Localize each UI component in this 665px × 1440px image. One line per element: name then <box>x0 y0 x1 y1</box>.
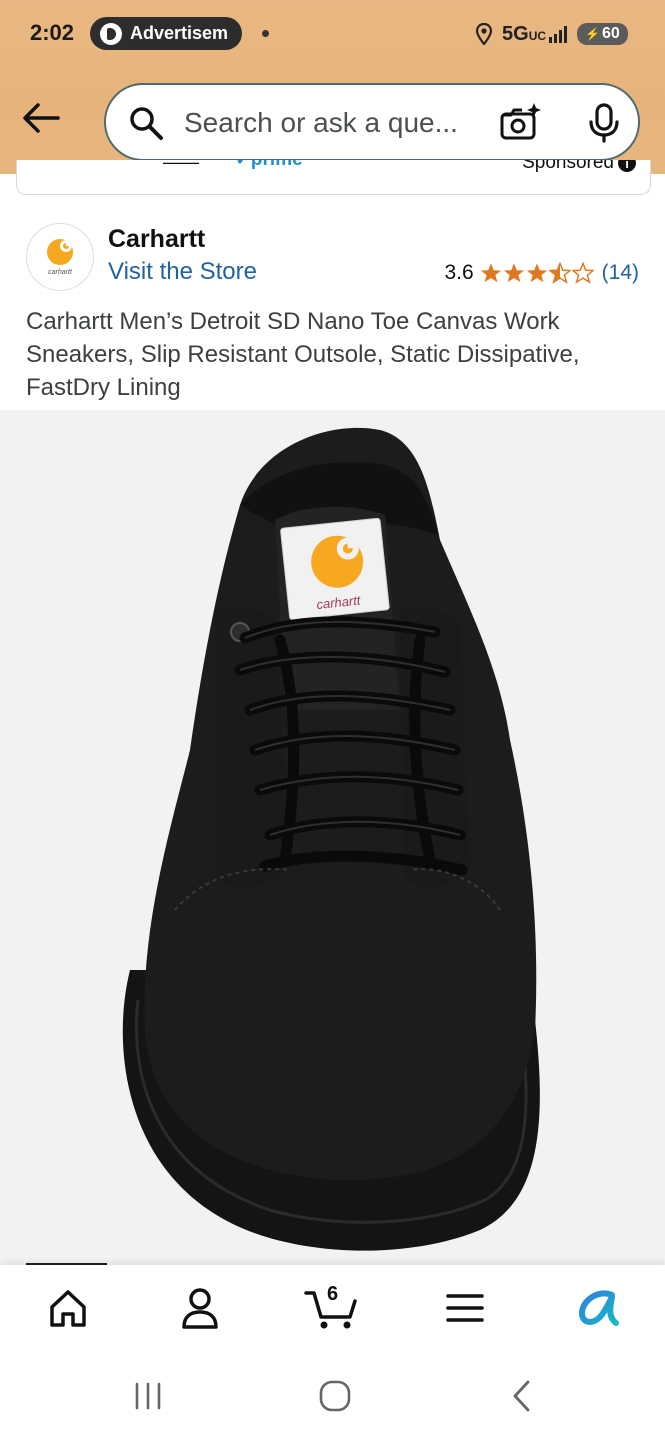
bottom-navigation: 6 <box>0 1265 665 1350</box>
svg-text:carhartt: carhartt <box>48 269 73 276</box>
visit-store-link[interactable]: Visit the Store <box>108 258 257 286</box>
price-fragment: —— <box>163 160 199 172</box>
signal-icon <box>549 25 568 43</box>
rufus-icon[interactable] <box>568 1283 628 1333</box>
status-time: 2:02 <box>30 20 75 45</box>
back-arrow-icon[interactable] <box>20 100 62 136</box>
cart-count-badge: 6 <box>327 1283 339 1305</box>
account-icon[interactable] <box>170 1283 230 1333</box>
product-image[interactable]: carhartt <box>0 410 665 1265</box>
info-icon: i <box>618 160 636 172</box>
prime-logo-icon: ✓prime <box>235 160 303 171</box>
star-full-icon <box>526 263 547 283</box>
cart-button[interactable]: 6 <box>302 1283 362 1333</box>
home-icon[interactable] <box>38 1283 98 1333</box>
status-icons: 5GUC ⚡ 60 <box>476 20 628 48</box>
battery-level: 60 <box>601 25 620 42</box>
sponsored-label[interactable]: Sponsored i <box>522 160 636 174</box>
system-back-icon[interactable] <box>506 1378 538 1414</box>
system-navigation-bar <box>0 1350 665 1440</box>
rating-count-link[interactable]: (14) <box>602 261 639 285</box>
recent-apps-icon[interactable] <box>128 1380 168 1412</box>
rating-summary[interactable]: 3.6 (14) <box>444 261 639 285</box>
rating-value: 3.6 <box>444 261 474 284</box>
product-title: Carhartt Men’s Detroit SD Nano Toe Canva… <box>26 308 580 401</box>
menu-icon[interactable] <box>435 1283 495 1333</box>
location-icon <box>476 23 492 45</box>
star-rating <box>480 262 594 284</box>
app-header: 2:02 Advertisem 5GUC ⚡ 60 Search or ask … <box>0 0 665 174</box>
brand-name: Carhartt <box>108 225 206 253</box>
microphone-icon[interactable] <box>586 103 622 143</box>
carhartt-logo-icon: carhartt <box>47 239 73 276</box>
sponsored-text: Sponsored <box>522 160 614 173</box>
status-bar: 2:02 Advertisem 5GUC ⚡ 60 <box>0 0 665 68</box>
star-empty-icon <box>571 262 594 284</box>
camera-search-icon[interactable] <box>498 101 542 145</box>
search-bar[interactable]: Search or ask a que... <box>104 83 640 161</box>
brand-logo[interactable]: carhartt <box>26 223 94 291</box>
notification-pill[interactable]: Advertisem <box>90 17 242 50</box>
notification-dot-icon <box>262 30 269 37</box>
battery-indicator: ⚡ 60 <box>577 23 628 45</box>
search-input[interactable]: Search or ask a que... <box>184 107 458 139</box>
notification-text: Advertisem <box>130 23 229 43</box>
charging-icon: ⚡ <box>585 27 600 41</box>
star-full-icon <box>503 263 524 283</box>
product-image-carousel[interactable]: carhartt <box>0 410 665 1265</box>
home-circle-icon[interactable] <box>314 1376 356 1416</box>
search-icon <box>130 107 163 140</box>
network-label: 5GUC <box>502 22 547 45</box>
sponsored-ad-card[interactable]: —— ✓prime Sponsored i <box>16 160 651 195</box>
star-half-icon <box>548 262 571 284</box>
star-full-icon <box>480 263 501 283</box>
pinterest-icon <box>100 22 122 45</box>
